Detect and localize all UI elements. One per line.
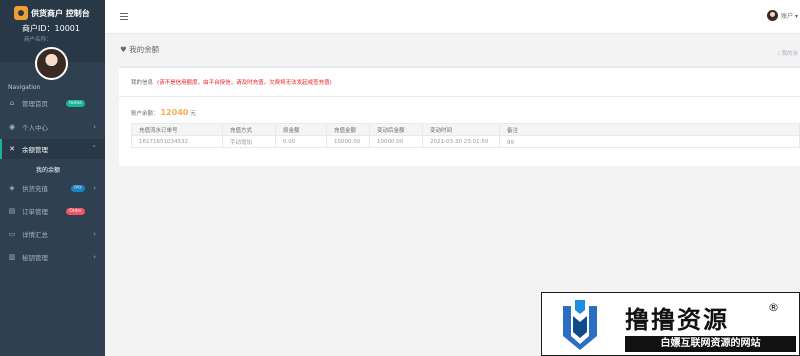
pay-badge: PAY: [71, 184, 85, 192]
table-header-row: 充值流水订单号 充值方式 原金额 充值金额 变动后金额 变动时间 备注: [131, 123, 800, 136]
column-header: 变动后金额: [369, 123, 423, 136]
map-icon: ▥: [8, 253, 16, 261]
column-header: 变动时间: [422, 123, 500, 136]
sidebar-item-home[interactable]: ⌂ 管理首页 home: [0, 93, 105, 113]
divider: [119, 96, 800, 97]
sidebar-item-label: 秘钥管理: [22, 254, 48, 262]
table-cell: 10000.00: [326, 135, 370, 148]
tools-icon: ✕: [9, 145, 15, 153]
sidebar-item-keys[interactable]: ▥ 秘钥管理 ›: [0, 247, 105, 267]
brand[interactable]: 供货商户 控制台: [14, 6, 90, 20]
chevron-right-icon: ›: [93, 184, 96, 192]
table-cell: 2021-03-30 23:01:50: [422, 135, 500, 148]
list-icon: ▤: [8, 207, 16, 215]
cube-icon: ◈: [9, 184, 15, 192]
chevron-right-icon: ›: [93, 230, 96, 238]
home-icon: ⌂: [9, 99, 15, 107]
chevron-right-icon: ›: [93, 253, 96, 261]
sidebar-item-balance[interactable]: ✕ 余额管理 ˅: [0, 139, 105, 159]
sidebar-item-label: 详情汇总: [22, 231, 48, 239]
watermark-logo-icon: [563, 300, 597, 350]
page-title: ♥ 我的余额: [120, 45, 160, 54]
column-header: 原金额: [275, 123, 327, 136]
nav-heading: Navigation: [8, 84, 41, 91]
panel-title: 我的信息 (该不是信用额度，由平台授信，请及时充值，欠费将无法发起或查充值): [131, 78, 332, 86]
user-icon: ◉: [8, 123, 16, 131]
chevron-down-icon: ˅: [92, 145, 97, 153]
watermark-title: 撸撸资源: [625, 306, 729, 334]
table-cell: 0.00: [275, 135, 327, 148]
merchant-id: 商户ID：10001: [22, 24, 80, 33]
table-row: 16171651034532 手动增加 0.00 10000.00 10000.…: [131, 135, 800, 148]
sidebar-item-label: 个人中心: [22, 124, 48, 132]
warning-text: (该不是信用额度，由平台授信，请及时充值，欠费将无法发起或查充值): [157, 80, 332, 86]
brand-logo-icon: [14, 6, 28, 20]
table-cell: 10000.00: [369, 135, 423, 148]
sidebar-item-orders[interactable]: ▤ 订单管理 Order: [0, 201, 105, 221]
user-menu-label: 账户 ▾: [781, 13, 798, 20]
sidebar-subitem-my-balance[interactable]: 我的余额: [36, 165, 60, 174]
registered-icon: ®: [768, 301, 779, 314]
watermark-subtitle: 白嫖互联网资源的网站: [625, 336, 796, 352]
balance-label: 账户余额：: [131, 111, 159, 117]
panel-title-text: 我的信息: [131, 80, 154, 86]
brand-title: 供货商户 控制台: [31, 8, 90, 18]
sidebar-item-profile[interactable]: ◉ 个人中心 ›: [0, 117, 105, 137]
menu-toggle-icon[interactable]: [120, 13, 128, 22]
user-menu[interactable]: 账户 ▾: [767, 10, 798, 21]
table-cell: 16171651034532: [131, 135, 223, 148]
column-header: 充值金额: [326, 123, 370, 136]
table-cell: 手动增加: [222, 135, 276, 148]
column-header: 备注: [499, 123, 800, 136]
sidebar-item-label: 余额管理: [22, 146, 48, 154]
balance-amount: 12040: [160, 108, 189, 117]
home-badge: home: [66, 99, 85, 107]
column-header: 充值方式: [222, 123, 276, 136]
avatar[interactable]: [35, 47, 68, 80]
chevron-right-icon: ›: [93, 123, 96, 131]
balance-unit: 元: [190, 111, 196, 117]
column-header: 充值流水订单号: [131, 123, 223, 136]
sidebar-item-label: 管理首页: [22, 100, 48, 108]
order-badge: Order: [66, 207, 85, 215]
breadcrumb[interactable]: / 我的余: [778, 49, 798, 57]
sidebar: 供货商户 控制台 商户ID：10001 商户名称： Navigation ⌂ 管…: [0, 0, 105, 356]
merchant-name: 商户名称：: [24, 37, 52, 43]
sidebar-item-label: 供货充值: [22, 185, 48, 193]
watermark: 撸撸资源 ® 白嫖互联网资源的网站: [541, 292, 800, 356]
page-heading: ♥ 我的余额 / 我的余: [105, 34, 800, 66]
doc-icon: ▭: [8, 230, 16, 238]
balance-line: 账户余额： 12040 元: [131, 108, 196, 117]
balance-panel: 我的信息 (该不是信用额度，由平台授信，请及时充值，欠费将无法发起或查充值) 账户…: [119, 66, 800, 166]
sidebar-item-recharge[interactable]: ◈ 供货充值 PAY ›: [0, 178, 105, 198]
topbar: 账户 ▾: [105, 0, 800, 34]
table-cell: gg: [499, 135, 800, 148]
sidebar-item-label: 订单管理: [22, 208, 48, 216]
sidebar-item-summary[interactable]: ▭ 详情汇总 ›: [0, 224, 105, 244]
user-avatar: [767, 10, 779, 21]
recharge-table: 充值流水订单号 充值方式 原金额 充值金额 变动后金额 变动时间 备注 1617…: [131, 123, 800, 148]
